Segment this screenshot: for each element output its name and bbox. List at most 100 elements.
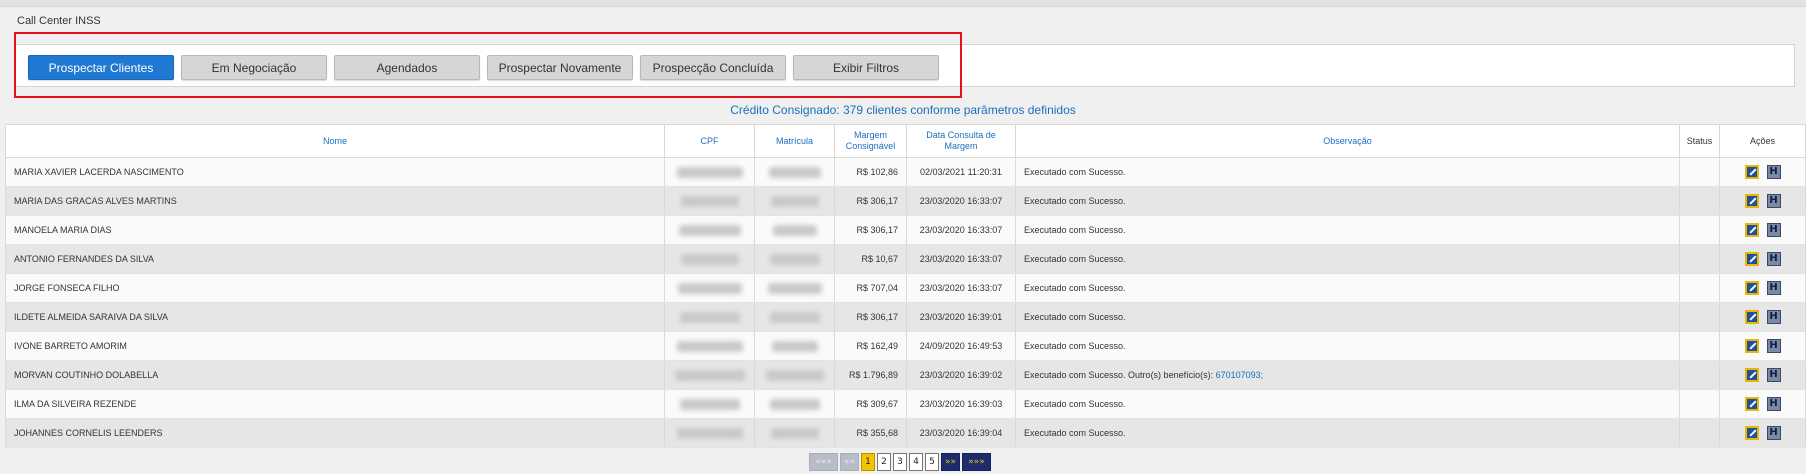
cell-margem: R$ 306,17 [834, 215, 907, 245]
tab-em-negociacao[interactable]: Em Negociação [181, 55, 327, 80]
cell-status [1679, 302, 1720, 332]
cell-acoes: H [1719, 331, 1806, 361]
cell-data-consulta: 23/03/2020 16:39:02 [906, 360, 1016, 390]
history-icon[interactable]: H [1766, 281, 1781, 295]
edit-icon[interactable] [1744, 310, 1759, 324]
col-header-matricula[interactable]: Matrícula [754, 124, 835, 158]
cell-acoes: H [1719, 157, 1806, 187]
col-header-data-consulta[interactable]: Data Consulta de Margem [906, 124, 1016, 158]
beneficio-link[interactable]: 670107093; [1216, 370, 1264, 380]
cell-data-consulta: 23/03/2020 16:39:03 [906, 389, 1016, 419]
cell-status [1679, 244, 1720, 274]
pager-last-button[interactable]: »»» [962, 453, 991, 471]
cell-nome: IVONE BARRETO AMORIM [5, 331, 665, 361]
tab-prospectar-clientes[interactable]: Prospectar Clientes [28, 55, 174, 80]
cell-cpf [664, 215, 755, 245]
cell-cpf [664, 273, 755, 303]
edit-icon[interactable] [1744, 194, 1759, 208]
pager-page-4[interactable]: 4 [909, 453, 923, 471]
cell-status [1679, 360, 1720, 390]
pager-next-button[interactable]: »» [941, 453, 960, 471]
cell-matricula [754, 360, 835, 390]
redacted-matricula [765, 369, 824, 381]
history-icon[interactable]: H [1766, 426, 1781, 440]
table-row[interactable]: ILMA DA SILVEIRA REZENDE R$ 309,67 23/03/2… [5, 389, 1806, 419]
edit-icon[interactable] [1744, 339, 1759, 353]
table-row[interactable]: MORVAN COUTINHO DOLABELLA R$ 1.796,89 23/0… [5, 360, 1806, 390]
history-icon[interactable]: H [1766, 223, 1781, 237]
table-row[interactable]: MANOELA MARIA DIAS R$ 306,17 23/03/2020 16… [5, 215, 1806, 245]
observacao-text: Executado com Sucesso. [1024, 399, 1126, 409]
observacao-text: Executado com Sucesso. [1024, 196, 1126, 206]
history-icon[interactable]: H [1766, 165, 1781, 179]
edit-icon[interactable] [1744, 165, 1759, 179]
pager-first-button[interactable]: ««« [809, 453, 838, 471]
edit-icon[interactable] [1744, 281, 1759, 295]
table-row[interactable]: IVONE BARRETO AMORIM R$ 162,49 24/09/2020 … [5, 331, 1806, 361]
redacted-cpf [680, 253, 739, 265]
cell-data-consulta: 23/03/2020 16:39:04 [906, 418, 1016, 448]
cell-status [1679, 331, 1720, 361]
edit-icon[interactable] [1744, 426, 1759, 440]
col-header-status: Status [1679, 124, 1720, 158]
table-row[interactable]: JORGE FONSECA FILHO R$ 707,04 23/03/2020 1… [5, 273, 1806, 303]
redacted-matricula [768, 166, 821, 178]
edit-icon[interactable] [1744, 397, 1759, 411]
table-row[interactable]: JOHANNES CORNELIS LEENDERS R$ 355,68 23/03… [5, 418, 1806, 448]
history-icon[interactable]: H [1766, 310, 1781, 324]
cell-cpf [664, 360, 755, 390]
table-row[interactable]: MARIA DAS GRACAS ALVES MARTINS R$ 306,17 2… [5, 186, 1806, 216]
cell-nome: ILDETE ALMEIDA SARAIVA DA SILVA [5, 302, 665, 332]
pager-page-5[interactable]: 5 [925, 453, 939, 471]
cell-status [1679, 186, 1720, 216]
cell-data-consulta: 02/03/2021 11:20:31 [906, 157, 1016, 187]
tab-agendados[interactable]: Agendados [334, 55, 480, 80]
edit-icon[interactable] [1744, 368, 1759, 382]
tab-prospeccao-concluida[interactable]: Prospecção Concluída [640, 55, 786, 80]
observacao-text: Executado com Sucesso. [1024, 428, 1126, 438]
cell-status [1679, 157, 1720, 187]
pager-prev-button[interactable]: «« [840, 453, 859, 471]
table-header-row: Nome CPF Matrícula Margem Consignável Da… [5, 124, 1806, 158]
col-header-observacao[interactable]: Observação [1015, 124, 1680, 158]
cell-observacao: Executado com Sucesso. Outro(s) benefíci… [1015, 360, 1680, 390]
cell-data-consulta: 23/03/2020 16:33:07 [906, 215, 1016, 245]
cell-matricula [754, 244, 835, 274]
table-row[interactable]: ANTONIO FERNANDES DA SILVA R$ 10,67 23/03/… [5, 244, 1806, 274]
cell-observacao: Executado com Sucesso. [1015, 302, 1680, 332]
cell-status [1679, 389, 1720, 419]
pager-page-1[interactable]: 1 [861, 453, 875, 471]
redacted-matricula [769, 253, 820, 265]
observacao-text: Executado com Sucesso. [1024, 312, 1126, 322]
cell-cpf [664, 389, 755, 419]
clients-table: Nome CPF Matrícula Margem Consignável Da… [5, 124, 1806, 448]
history-icon[interactable]: H [1766, 397, 1781, 411]
edit-icon[interactable] [1744, 223, 1759, 237]
cell-data-consulta: 23/03/2020 16:33:07 [906, 186, 1016, 216]
history-icon[interactable]: H [1766, 252, 1781, 266]
pager-page-3[interactable]: 3 [893, 453, 907, 471]
table-row[interactable]: MARIA XAVIER LACERDA NASCIMENTO R$ 102,86… [5, 157, 1806, 187]
edit-icon[interactable] [1744, 252, 1759, 266]
col-header-nome[interactable]: Nome [5, 124, 665, 158]
history-icon[interactable]: H [1766, 339, 1781, 353]
pager-page-2[interactable]: 2 [877, 453, 891, 471]
col-header-cpf[interactable]: CPF [664, 124, 755, 158]
cell-nome: JORGE FONSECA FILHO [5, 273, 665, 303]
page-title: Call Center INSS [17, 15, 101, 27]
cell-acoes: H [1719, 302, 1806, 332]
col-header-margem[interactable]: Margem Consignável [834, 124, 907, 158]
table-row[interactable]: ILDETE ALMEIDA SARAIVA DA SILVA R$ 306,17… [5, 302, 1806, 332]
redacted-cpf [676, 340, 743, 352]
history-icon[interactable]: H [1766, 368, 1781, 382]
cell-observacao: Executado com Sucesso. [1015, 215, 1680, 245]
cell-observacao: Executado com Sucesso. [1015, 244, 1680, 274]
tab-prospectar-novamente[interactable]: Prospectar Novamente [487, 55, 633, 80]
cell-data-consulta: 23/03/2020 16:33:07 [906, 273, 1016, 303]
cell-matricula [754, 186, 835, 216]
tab-exibir-filtros[interactable]: Exibir Filtros [793, 55, 939, 80]
cell-matricula [754, 331, 835, 361]
history-icon[interactable]: H [1766, 194, 1781, 208]
cell-acoes: H [1719, 389, 1806, 419]
cell-margem: R$ 309,67 [834, 389, 907, 419]
